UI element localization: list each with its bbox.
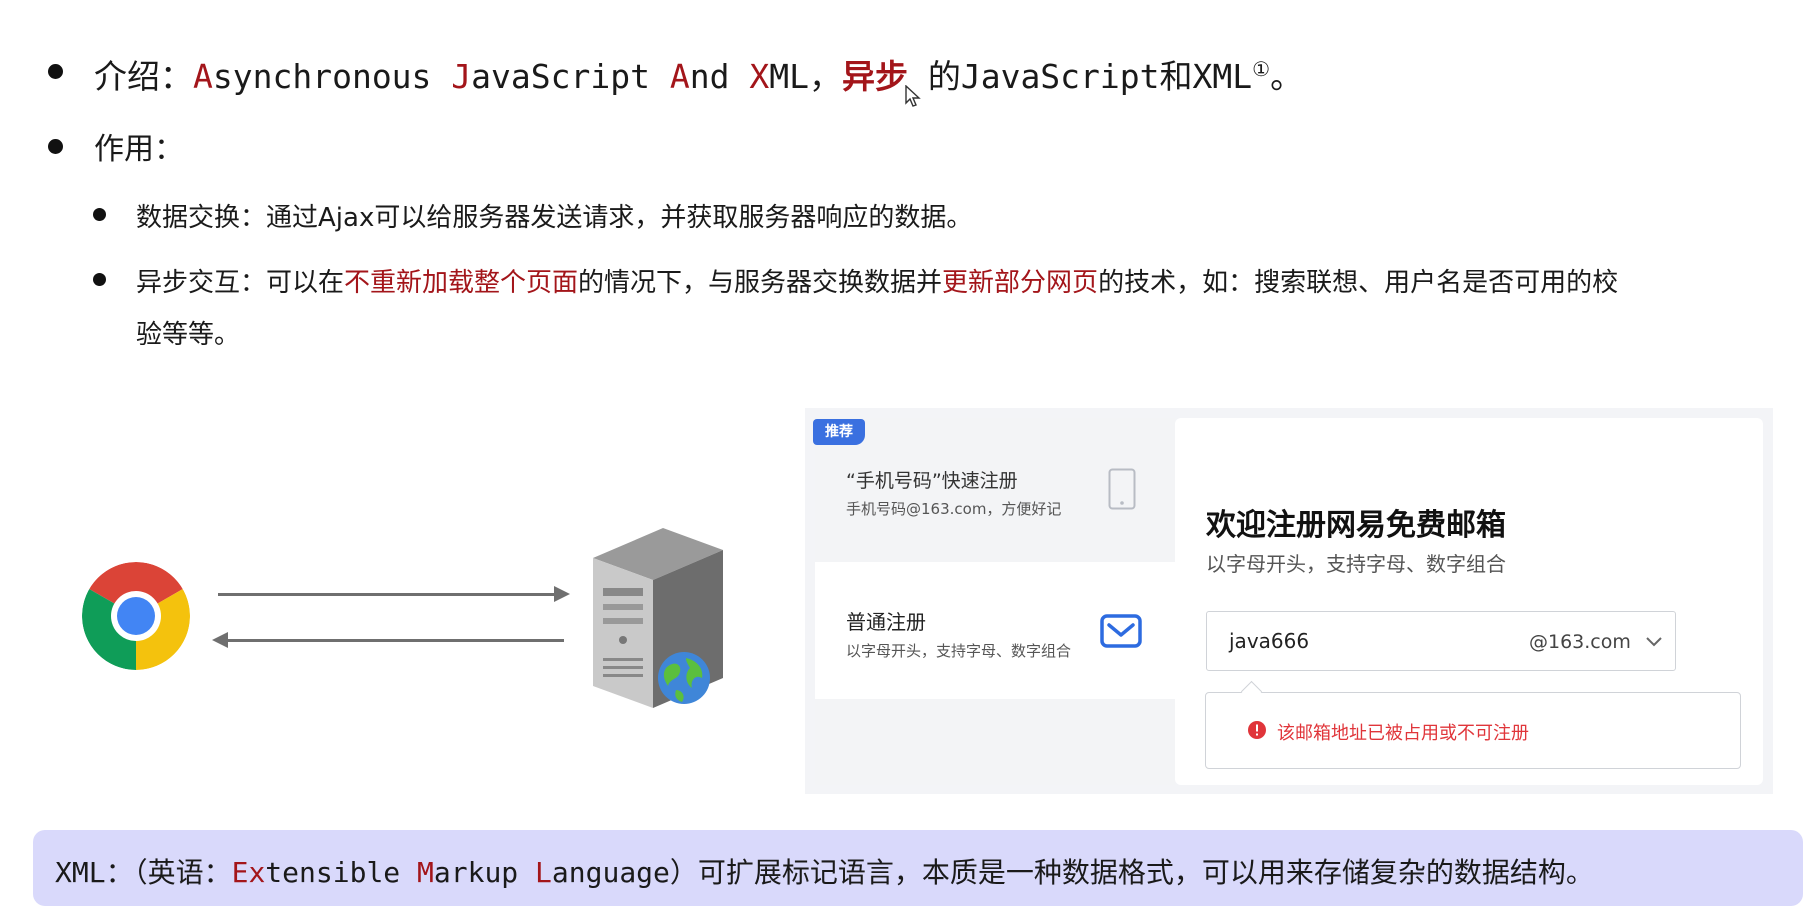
intro-line: 介绍：Asynchronous JavaScript And XML，异步 的J… bbox=[94, 57, 1304, 96]
chevron-down-icon[interactable] bbox=[1645, 636, 1663, 648]
async-interaction-line: 异步交互：可以在不重新加载整个页面的情况下，与服务器交换数据并更新部分网页的技术… bbox=[136, 268, 1619, 298]
error-icon bbox=[1248, 721, 1266, 739]
data-exchange-line: 数据交换：通过Ajax可以给服务器发送请求，并获取服务器响应的数据。 bbox=[136, 203, 973, 233]
domain-select[interactable]: @163.com bbox=[1529, 631, 1631, 653]
intro-label: 介绍： bbox=[94, 57, 193, 96]
purpose-label: 作用： bbox=[94, 132, 184, 167]
async-highlight: 异步 bbox=[841, 57, 908, 96]
mouse-cursor-icon bbox=[905, 85, 921, 107]
letter-a: A bbox=[193, 57, 213, 96]
error-message: 该邮箱地址已被占用或不可注册 bbox=[1277, 723, 1529, 744]
phone-signup-title[interactable]: “手机号码”快速注册 bbox=[846, 466, 1018, 493]
footnote-text: XML：（英语：Extensible Markup Language）可扩展标记… bbox=[55, 856, 1594, 889]
normal-signup-subtitle: 以字母开头，支持字母、数字组合 bbox=[846, 642, 1072, 660]
mail-icon bbox=[1100, 614, 1142, 648]
request-arrow-head bbox=[554, 586, 570, 602]
request-arrow bbox=[218, 593, 556, 596]
bullet bbox=[93, 273, 106, 286]
async-interaction-line-2: 验等等。 bbox=[136, 320, 241, 350]
chrome-icon bbox=[82, 562, 190, 670]
response-arrow bbox=[226, 639, 564, 642]
letter-x: X bbox=[749, 57, 770, 96]
letter-a2: A bbox=[669, 57, 690, 96]
response-arrow-head bbox=[212, 632, 228, 648]
phone-icon bbox=[1108, 468, 1136, 510]
globe-icon bbox=[658, 652, 710, 704]
form-heading: 欢迎注册网易免费邮箱 bbox=[1206, 508, 1506, 543]
recommend-badge: 推荐 bbox=[813, 419, 865, 445]
phone-signup-subtitle: 手机号码@163.com，方便好记 bbox=[846, 500, 1062, 518]
username-value: java666 bbox=[1229, 629, 1310, 653]
normal-signup-title[interactable]: 普通注册 bbox=[846, 606, 926, 635]
form-subheading: 以字母开头，支持字母、数字组合 bbox=[1206, 552, 1506, 576]
letter-j: J bbox=[451, 57, 472, 96]
footnote-mark: ① bbox=[1252, 57, 1271, 81]
bullet bbox=[48, 64, 63, 79]
bullet bbox=[93, 208, 106, 221]
bullet bbox=[48, 139, 63, 154]
